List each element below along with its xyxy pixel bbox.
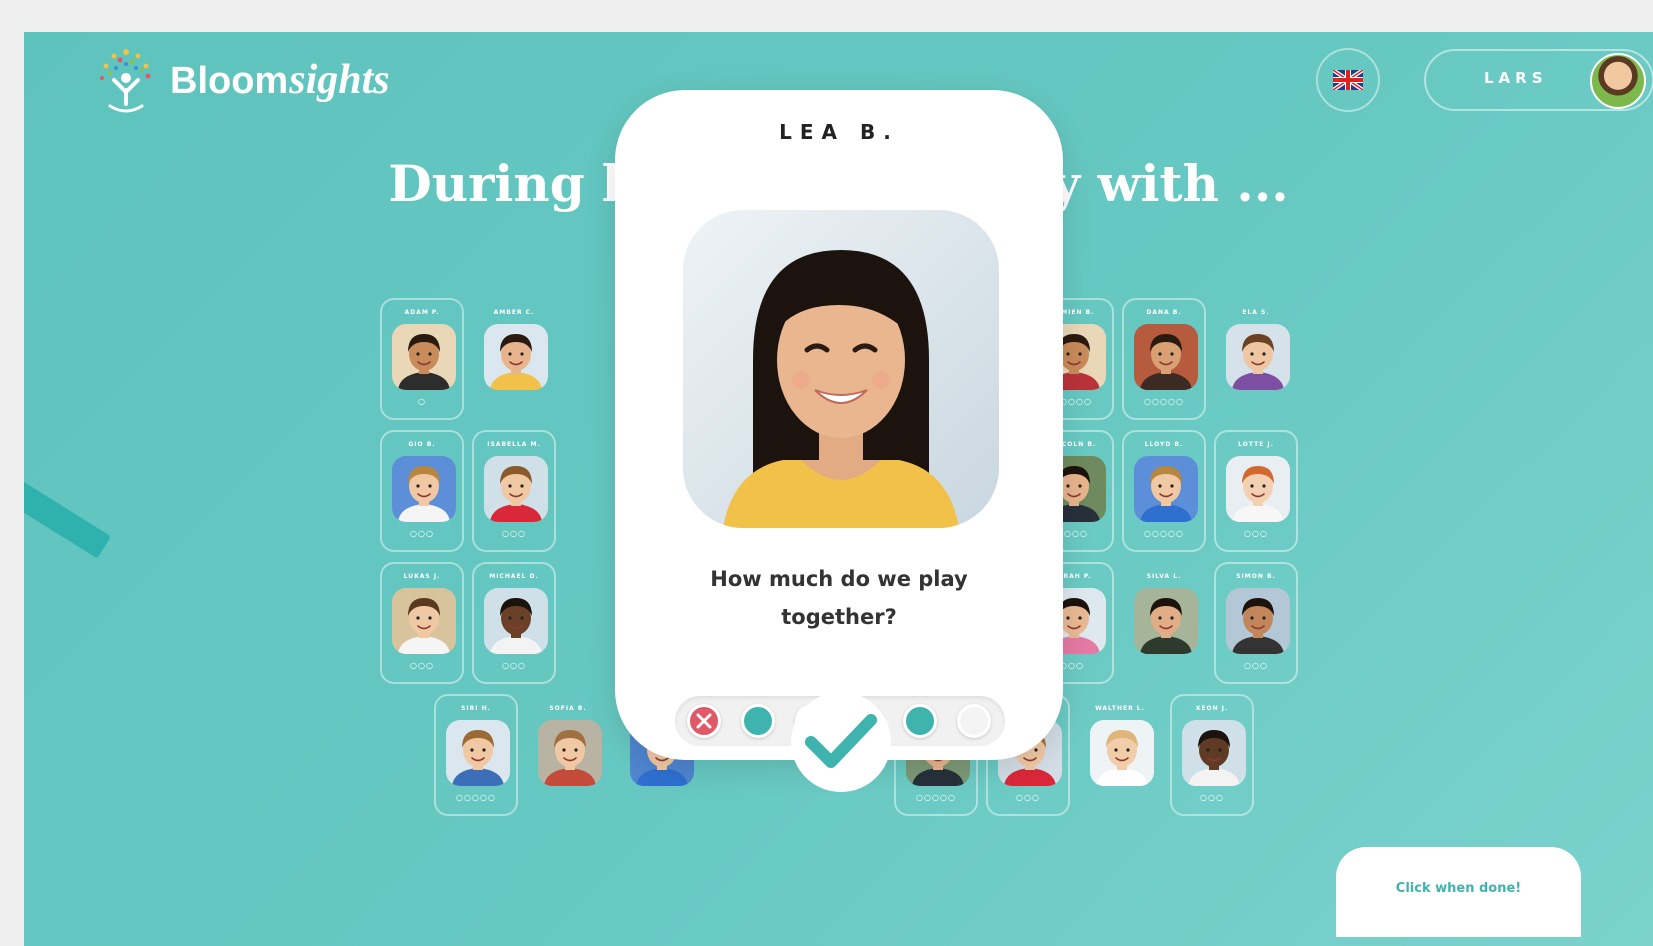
kid-name: ADAM P. (404, 309, 440, 316)
kid-rating-dots: ○○○ (1244, 661, 1268, 670)
rating-dot-1[interactable] (741, 704, 775, 738)
kid-card[interactable]: SIMON B. ○○○ (1214, 562, 1298, 684)
kid-rating-dots: ○ (418, 397, 426, 406)
logo: Bloom sights (86, 40, 390, 120)
kid-rating-dots: ○○○○○ (456, 793, 496, 802)
kid-name: MICHAEL D. (489, 573, 539, 580)
confirm-button[interactable] (791, 692, 891, 792)
kid-rating-dots: ○○○ (410, 529, 434, 538)
rating-clear-button[interactable] (687, 704, 721, 738)
kid-card[interactable]: ELA S. (1214, 298, 1298, 420)
kid-name: SILVA L. (1146, 573, 1182, 580)
kid-card[interactable]: DANA B. ○○○○○ (1122, 298, 1206, 420)
kid-photo (1134, 456, 1198, 522)
kid-photo (446, 720, 510, 786)
kid-name: ELA S. (1242, 309, 1270, 316)
kid-name: ISABELLA M. (487, 441, 541, 448)
kid-rating-dots: ○○○ (1244, 529, 1268, 538)
kid-photo (1226, 456, 1290, 522)
user-name: LARS (1484, 69, 1548, 87)
kid-name: DANA B. (1146, 309, 1182, 316)
kid-card[interactable]: LLOYD B. ○○○○○ (1122, 430, 1206, 552)
kid-rating-dots: ○○○ (1016, 793, 1040, 802)
decorative-stripe (24, 467, 112, 559)
kid-name: LLOYD B. (1144, 441, 1184, 448)
kid-card[interactable]: LUKAS J. ○○○ (380, 562, 464, 684)
kid-card[interactable]: SIRI H. ○○○○○ (434, 694, 518, 816)
kid-photo (1090, 720, 1154, 786)
kid-name: WALTHER L. (1095, 705, 1145, 712)
kid-photo (484, 456, 548, 522)
kid-name: LOTTE J. (1238, 441, 1274, 448)
rating-dot-5[interactable] (957, 704, 991, 738)
kid-rating-dots: ○○○○○ (1144, 529, 1184, 538)
kid-photo (392, 456, 456, 522)
kid-name: SIMON B. (1236, 573, 1276, 580)
kid-rating-dots: ○○○○○ (1144, 397, 1184, 406)
brand-name-part1: Bloom (170, 60, 289, 102)
kid-photo (538, 720, 602, 786)
kid-rating-dots: ○○○○○ (916, 793, 956, 802)
kid-name: XEON J. (1195, 705, 1229, 712)
user-menu-button[interactable]: LARS (1424, 49, 1653, 111)
kid-rating-dots: ○○○ (502, 529, 526, 538)
kid-rating-popup: LEA B. How much do we play together? (615, 90, 1063, 760)
kid-card[interactable]: SILVA L. (1122, 562, 1206, 684)
kid-card[interactable]: LOTTE J. ○○○ (1214, 430, 1298, 552)
kid-name: GIO B. (408, 441, 436, 448)
uk-flag-icon (1333, 70, 1363, 90)
kid-card[interactable]: MICHAEL D. ○○○ (472, 562, 556, 684)
brand-name-part2: sights (289, 57, 390, 103)
kid-photo (1134, 324, 1198, 390)
kid-card[interactable]: AMBER C. (472, 298, 556, 420)
bloomsights-logo-icon (100, 49, 151, 113)
kid-photo (484, 324, 548, 390)
kid-rating-dots: ○○○ (502, 661, 526, 670)
popup-kid-photo (683, 210, 999, 528)
popup-kid-name: LEA B. (779, 120, 899, 144)
done-button-label: Click when done! (1395, 881, 1522, 896)
close-icon (696, 713, 712, 729)
kid-photo (1226, 324, 1290, 390)
kid-photo (392, 588, 456, 654)
kid-rating-dots: ○○○ (410, 661, 434, 670)
kid-photo (392, 324, 456, 390)
kid-photo (1226, 588, 1290, 654)
kid-card[interactable]: SOFIA B. (526, 694, 610, 816)
kid-card[interactable]: GIO B. ○○○ (380, 430, 464, 552)
kid-card[interactable]: XEON J. ○○○ (1170, 694, 1254, 816)
kid-name: SOFIA B. (549, 705, 587, 712)
kid-card[interactable]: ADAM P. ○ (380, 298, 464, 420)
kid-card[interactable]: WALTHER L. (1078, 694, 1162, 816)
rating-dot-4[interactable] (903, 704, 937, 738)
kid-photo (1182, 720, 1246, 786)
kid-rating-dots: ○○○ (1200, 793, 1224, 802)
language-button[interactable] (1316, 48, 1380, 112)
kid-photo (1134, 588, 1198, 654)
done-button[interactable]: Click when done! (1336, 847, 1581, 937)
kid-card[interactable]: ISABELLA M. ○○○ (472, 430, 556, 552)
kid-name: LUKAS J. (403, 573, 441, 580)
checkmark-icon (805, 714, 877, 768)
popup-question: How much do we play together? (710, 567, 968, 629)
kid-photo (484, 588, 548, 654)
kid-name: SIRI H. (461, 705, 491, 712)
user-avatar (1590, 53, 1646, 109)
bloomsights-app: Bloom sights LARS During break time I pl… (24, 32, 1653, 946)
kid-name: AMBER C. (493, 309, 535, 316)
